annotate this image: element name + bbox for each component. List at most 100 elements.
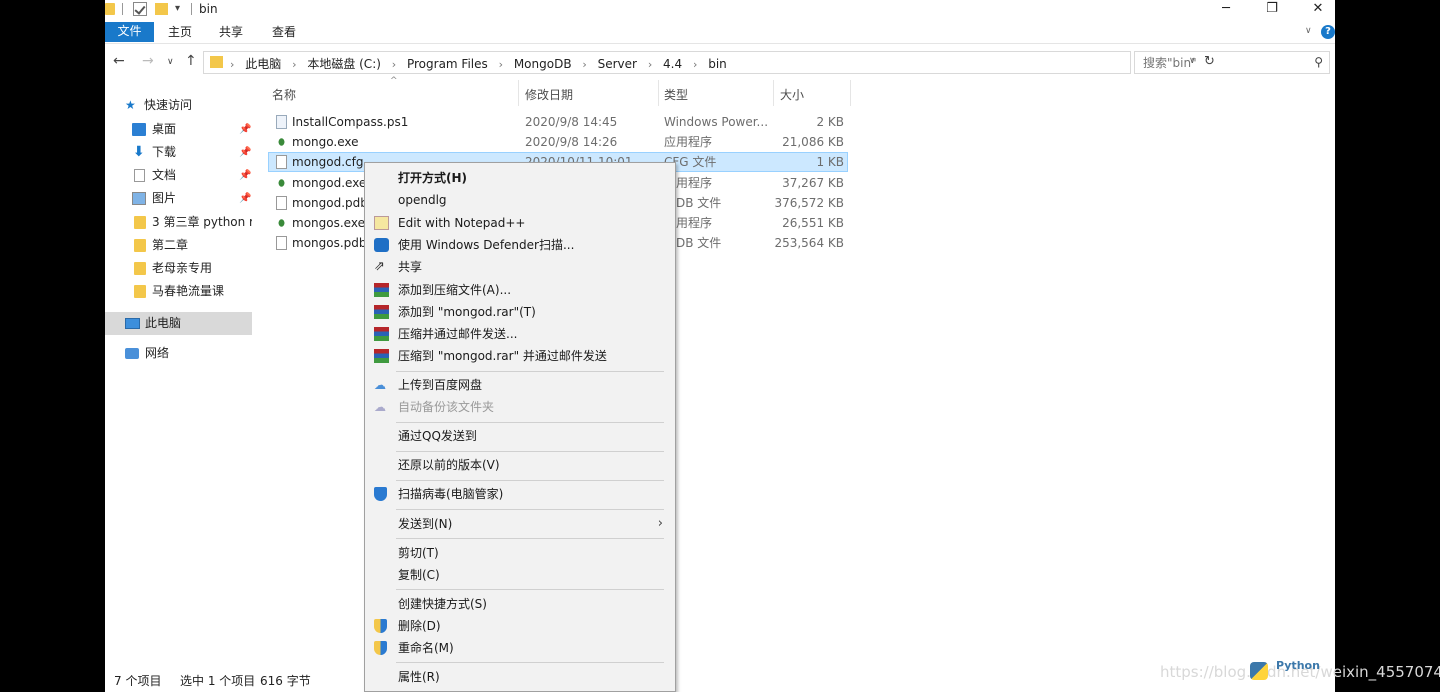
file-explorer-window: ▾ bin ─ ❐ ✕ 文件 主页 共享 查看 ∨ ? ← → ∨ ↑ › 此电… (105, 0, 1335, 692)
menu-item-open-with[interactable]: 打开方式(H) (367, 167, 673, 189)
nav-item-downloads[interactable]: ⬇ 下载 📌 (105, 141, 252, 164)
pin-icon: 📌 (239, 147, 252, 158)
nav-item-pictures[interactable]: 图片 📌 (105, 187, 252, 210)
recent-locations-icon[interactable]: ∨ (167, 57, 174, 67)
menu-item-rename[interactable]: 重命名(M) (367, 637, 673, 659)
nav-item-folder[interactable]: 老母亲专用 (105, 257, 252, 280)
menu-item-qq-send[interactable]: 通过QQ发送到 (367, 425, 673, 447)
uac-shield-icon (374, 641, 387, 655)
file-type: DB 文件 (676, 196, 722, 210)
close-button[interactable]: ✕ (1295, 0, 1335, 20)
search-input[interactable] (1135, 52, 1305, 73)
chevron-right-icon[interactable]: › (582, 58, 586, 71)
breadcrumb-bin[interactable]: bin (708, 57, 727, 71)
menu-label: 还原以前的版本(V) (398, 458, 500, 472)
forward-arrow-icon[interactable]: → (142, 53, 154, 69)
menu-item-virus-scan[interactable]: 扫描病毒(电脑管家) (367, 483, 673, 505)
breadcrumb-mongodb[interactable]: MongoDB (514, 57, 572, 71)
minimize-button[interactable]: ─ (1203, 0, 1249, 20)
menu-item-baidu-upload[interactable]: ☁ 上传到百度网盘 (367, 374, 673, 396)
menu-label: 删除(D) (398, 619, 441, 633)
file-size: 253,564 KB (774, 236, 844, 250)
file-name: mongos.exe (292, 216, 365, 230)
menu-item-properties[interactable]: 属性(R) (367, 666, 673, 688)
nav-label: 此电脑 (145, 316, 182, 330)
chevron-right-icon[interactable]: › (292, 58, 296, 71)
menu-label: opendlg (398, 193, 447, 207)
breadcrumb-program-files[interactable]: Program Files (407, 57, 488, 71)
properties-quick-access-button[interactable] (133, 2, 147, 16)
nav-item-folder[interactable]: 马春艳流量课 (105, 280, 252, 303)
file-name: InstallCompass.ps1 (292, 115, 409, 129)
nav-network[interactable]: 网络 (105, 342, 252, 365)
menu-label: 复制(C) (398, 568, 440, 582)
nav-label: 网络 (145, 346, 170, 360)
menu-item-add-archive[interactable]: 添加到压缩文件(A)... (367, 279, 673, 301)
menu-item-cut[interactable]: 剪切(T) (367, 542, 673, 564)
nav-item-folder[interactable]: 3 第三章 python re (105, 211, 252, 234)
menu-item-create-shortcut[interactable]: 创建快捷方式(S) (367, 593, 673, 615)
nav-item-folder[interactable]: 第二章 (105, 234, 252, 257)
nav-item-documents[interactable]: 文档 📌 (105, 164, 252, 187)
menu-item-send-to[interactable]: 发送到(N) › (367, 513, 673, 535)
nav-this-pc[interactable]: 此电脑 (105, 312, 252, 335)
column-type[interactable]: 类型 (664, 86, 688, 103)
new-folder-quick-access-button[interactable] (155, 3, 168, 15)
chevron-right-icon[interactable]: › (230, 58, 234, 71)
menu-item-notepad[interactable]: Edit with Notepad++ (367, 212, 673, 234)
menu-divider (396, 451, 664, 452)
breadcrumb-version[interactable]: 4.4 (663, 57, 682, 71)
file-row[interactable]: mongo.exe 2020/9/8 14:26 应用程序 21,086 KB (268, 132, 848, 152)
chevron-right-icon[interactable]: › (693, 58, 697, 71)
title-bar: ▾ bin ─ ❐ ✕ (105, 0, 1335, 20)
tab-home[interactable]: 主页 (165, 23, 195, 43)
menu-label: 压缩到 "mongod.rar" 并通过邮件发送 (398, 349, 607, 363)
column-size[interactable]: 大小 (780, 86, 804, 103)
menu-item-defender-scan[interactable]: 使用 Windows Defender扫描... (367, 234, 673, 256)
winrar-icon (374, 349, 389, 363)
column-divider[interactable] (658, 80, 659, 106)
nav-label: 马春艳流量课 (152, 284, 225, 298)
search-icon[interactable]: ⚲ (1314, 55, 1323, 69)
column-divider[interactable] (850, 80, 851, 106)
tab-file[interactable]: 文件 (105, 22, 154, 42)
column-divider[interactable] (518, 80, 519, 106)
file-row[interactable]: InstallCompass.ps1 2020/9/8 14:45 Window… (268, 112, 848, 132)
menu-label: 发送到(N) (398, 517, 453, 531)
tab-view[interactable]: 查看 (269, 23, 299, 43)
menu-item-share[interactable]: ⇗ 共享 (367, 256, 673, 278)
winrar-icon (374, 305, 389, 319)
breadcrumb-server[interactable]: Server (598, 57, 637, 71)
menu-item-restore-versions[interactable]: 还原以前的版本(V) (367, 454, 673, 476)
chevron-right-icon[interactable]: › (392, 58, 396, 71)
menu-item-add-rar[interactable]: 添加到 "mongod.rar"(T) (367, 301, 673, 323)
menu-item-delete[interactable]: 删除(D) (367, 615, 673, 637)
file-name: mongod.cfg (292, 155, 364, 169)
nav-item-desktop[interactable]: 桌面 📌 (105, 118, 252, 141)
menu-item-copy[interactable]: 复制(C) (367, 564, 673, 586)
up-arrow-icon[interactable]: ↑ (185, 53, 197, 69)
column-date[interactable]: 修改日期 (525, 86, 573, 103)
divider (122, 3, 123, 15)
help-icon[interactable]: ? (1321, 25, 1335, 39)
column-name[interactable]: 名称 (272, 86, 296, 103)
breadcrumb-this-pc[interactable]: 此电脑 (245, 57, 281, 71)
breadcrumb-local-disk[interactable]: 本地磁盘 (C:) (307, 57, 381, 71)
chevron-right-icon[interactable]: › (499, 58, 503, 71)
search-box[interactable]: ⚲ (1134, 51, 1330, 74)
expand-ribbon-icon[interactable]: ∨ (1305, 26, 1312, 36)
chevron-right-icon[interactable]: › (648, 58, 652, 71)
customize-quick-access-icon[interactable]: ▾ (175, 3, 180, 18)
menu-label: 剪切(T) (398, 546, 439, 560)
menu-item-compress-rar-email[interactable]: 压缩到 "mongod.rar" 并通过邮件发送 (367, 345, 673, 367)
restore-button[interactable]: ❐ (1249, 0, 1295, 20)
address-bar[interactable]: › 此电脑 › 本地磁盘 (C:) › Program Files › Mong… (203, 51, 1215, 74)
menu-divider (396, 371, 664, 372)
menu-item-opendlg[interactable]: opendlg (367, 189, 673, 211)
nav-quick-access[interactable]: ★ 快速访问 (105, 94, 252, 117)
baidu-cloud-icon: ☁ (374, 378, 386, 392)
menu-item-compress-email[interactable]: 压缩并通过邮件发送... (367, 323, 673, 345)
tab-share[interactable]: 共享 (216, 23, 246, 43)
back-arrow-icon[interactable]: ← (113, 53, 125, 69)
column-divider[interactable] (773, 80, 774, 106)
